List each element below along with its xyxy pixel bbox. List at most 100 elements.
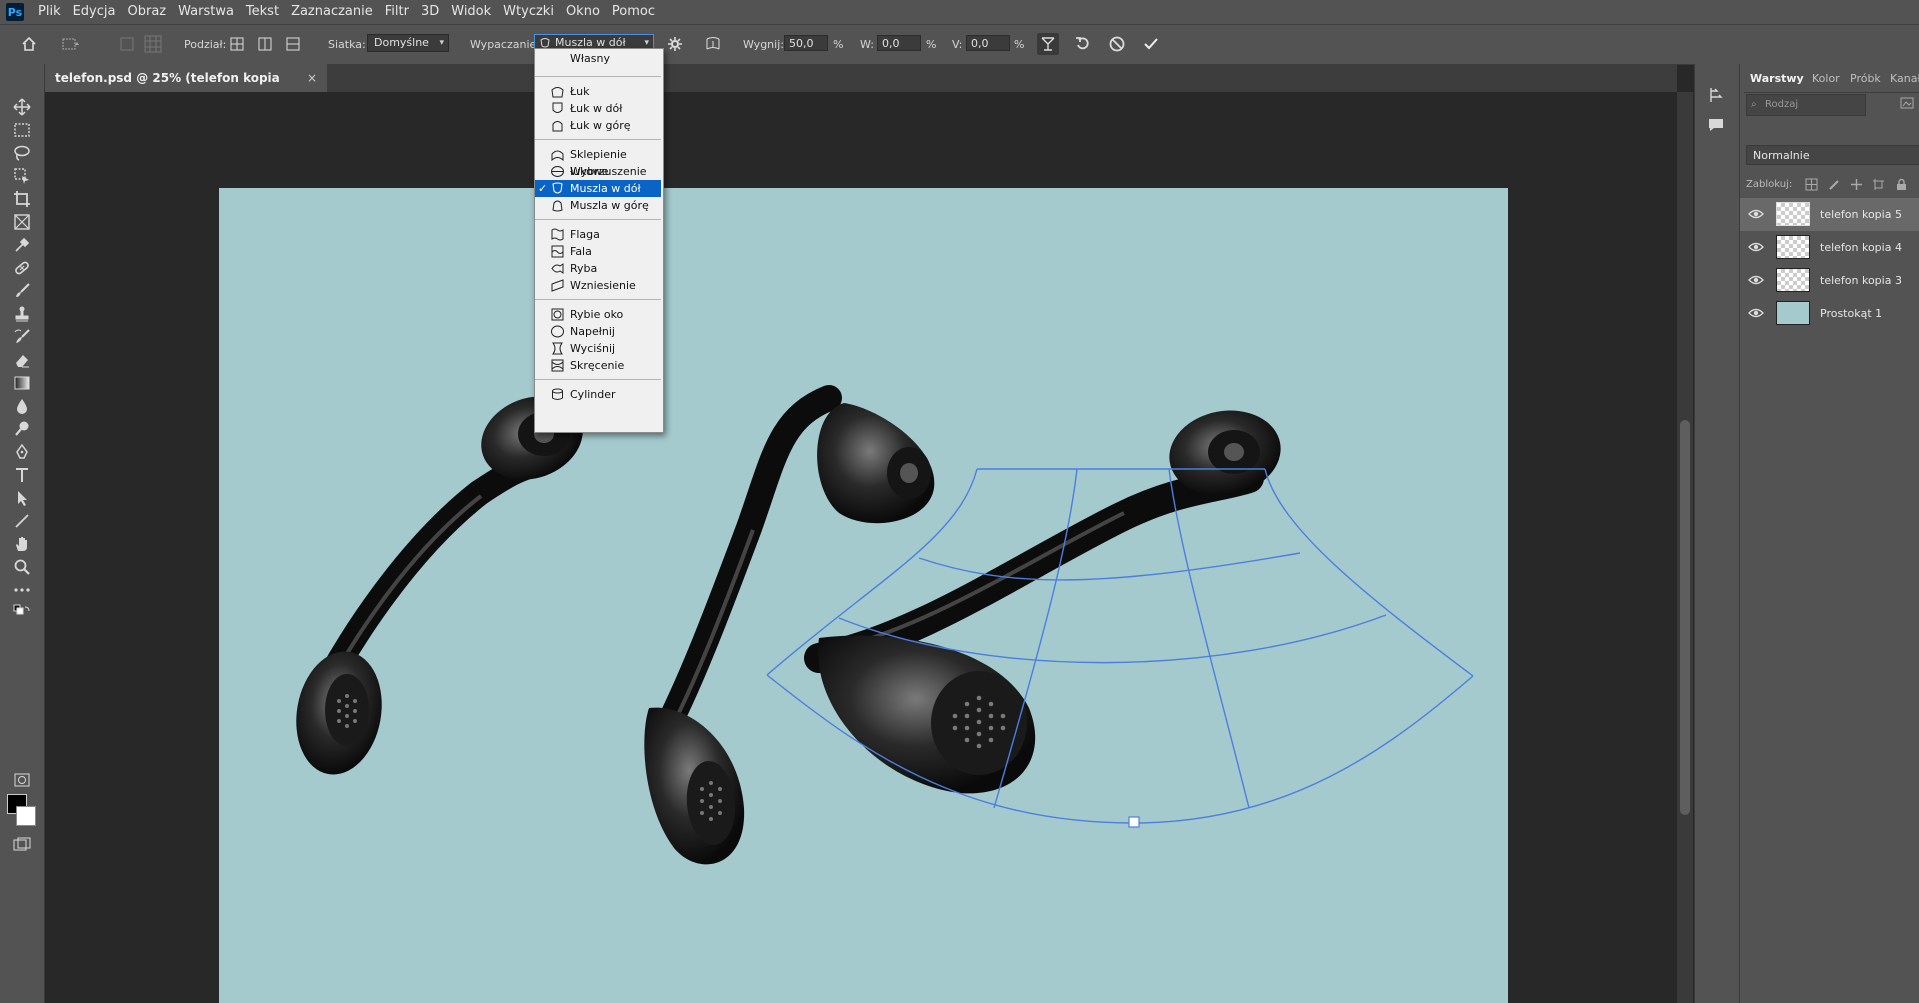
more-tools-icon[interactable] [10,579,34,601]
menu-select[interactable]: Zaznaczanie [285,0,379,24]
default-colors-icon[interactable] [10,602,34,624]
healing-brush-tool-icon[interactable] [10,257,34,279]
vertical-scrollbar-thumb[interactable] [1680,420,1690,815]
screen-mode-icon[interactable] [10,834,34,856]
close-icon[interactable]: × [307,64,317,92]
warp-option-fisheye[interactable]: Rybie oko [535,306,661,323]
eyedropper-tool-icon[interactable] [10,234,34,256]
commit-check-icon[interactable] [1140,33,1162,55]
warp-orientation-icon[interactable] [702,33,724,55]
warp-mode-toggle-icon[interactable] [1037,33,1059,55]
zoom-tool-icon[interactable] [10,556,34,578]
line-tool-icon[interactable] [10,510,34,532]
hand-tool-icon[interactable] [10,533,34,555]
eye-icon[interactable] [1748,208,1764,220]
warp-option-twist[interactable]: Skręcenie [535,357,661,374]
marquee-tool-icon[interactable] [10,119,34,141]
blend-mode-select[interactable]: Normalnie [1746,145,1919,165]
clone-stamp-tool-icon[interactable] [10,303,34,325]
quick-mask-icon[interactable] [10,769,34,791]
warp-option-shell-lower[interactable]: ✓ Muszla w dół [535,180,661,197]
menu-help[interactable]: Pomoc [606,0,661,24]
warp-option-arc-lower[interactable]: Łuk w dół [535,100,661,117]
gear-icon[interactable] [664,33,686,55]
tab-layers[interactable]: Warstwy [1750,72,1804,85]
layer-row[interactable]: telefon kopia 4 [1740,231,1919,264]
layer-row[interactable]: telefon kopia 5 [1740,198,1919,231]
tool-preset-icon[interactable] [60,33,82,55]
menu-type[interactable]: Tekst [240,0,285,24]
document-canvas[interactable] [219,188,1508,1003]
lock-all-icon[interactable] [1895,178,1908,194]
menu-filter[interactable]: Filtr [379,0,415,24]
eye-icon[interactable] [1748,241,1764,253]
warp-option-wave[interactable]: Fala [535,243,661,260]
layer-row[interactable]: Prostokąt 1 [1740,297,1919,330]
warp-option-rise[interactable]: Wzniesienie [535,277,661,294]
eraser-tool-icon[interactable] [10,349,34,371]
warp-option-bulge[interactable]: Wybrzuszenie [535,163,661,180]
warp-option-arch[interactable]: Sklepienie łukowe [535,146,661,178]
tab-swatches[interactable]: Próbk [1850,72,1881,85]
lock-transparent-pixels-icon[interactable] [1805,178,1818,194]
split-cross-icon[interactable] [226,33,248,55]
dodge-tool-icon[interactable] [10,418,34,440]
type-tool-icon[interactable] [10,464,34,486]
split-vertical-icon[interactable] [254,33,276,55]
warp-option-custom[interactable]: Własny [535,50,661,67]
comments-panel-icon[interactable] [1707,116,1725,137]
lasso-tool-icon[interactable] [10,142,34,164]
undo-icon[interactable] [1072,33,1094,55]
path-selection-tool-icon[interactable] [10,487,34,509]
tab-color[interactable]: Kolor [1812,72,1840,85]
history-brush-tool-icon[interactable] [10,326,34,348]
warp-option-arc[interactable]: Łuk [535,83,661,100]
menu-file[interactable]: Plik [32,0,67,24]
v-distort-input[interactable]: 0,0 [966,35,1010,51]
grid-select[interactable]: Domyślne ▾ [367,34,449,52]
menu-image[interactable]: Obraz [121,0,172,24]
image-filter-icon[interactable] [1900,96,1914,110]
grid-preset-icon[interactable] [142,33,164,55]
warp-option-fish[interactable]: Ryba [535,260,661,277]
warp-option-label: Rybie oko [570,308,624,321]
lock-image-pixels-icon[interactable] [1828,178,1841,194]
move-tool-icon[interactable] [10,96,34,118]
split-horizontal-icon[interactable] [282,33,304,55]
object-selection-tool-icon[interactable] [10,165,34,187]
cancel-icon[interactable] [1106,33,1128,55]
history-panel-icon[interactable] [1707,86,1725,107]
menu-view[interactable]: Widok [445,0,497,24]
tab-channels[interactable]: Kanał [1890,72,1919,85]
pen-tool-icon[interactable] [10,441,34,463]
lock-artboard-icon[interactable] [1872,178,1885,194]
menu-3d[interactable]: 3D [415,0,445,24]
warp-option-inflate[interactable]: Napełnij [535,323,661,340]
layer-row[interactable]: telefon kopia 3 [1740,264,1919,297]
h-distort-input[interactable]: 0,0 [877,35,921,51]
crop-tool-icon[interactable] [10,188,34,210]
brush-tool-icon[interactable] [10,280,34,302]
grid-toggle-icon[interactable] [116,33,138,55]
blur-tool-icon[interactable] [10,395,34,417]
menu-plugins[interactable]: Wtyczki [497,0,560,24]
lock-position-icon[interactable] [1850,178,1863,194]
home-icon[interactable] [18,33,40,55]
eye-icon[interactable] [1748,307,1764,319]
document-tab[interactable]: telefon.psd @ 25% (telefon kopia 5,RGB/8… [45,64,327,113]
layer-filter-select[interactable]: ⌕ Rodzaj [1746,94,1866,116]
warp-option-arc-upper[interactable]: Łuk w górę [535,117,661,134]
warp-option-squeeze[interactable]: Wyciśnij [535,340,661,357]
warp-option-shell-upper[interactable]: Muszla w górę [535,197,661,214]
menu-window[interactable]: Okno [560,0,606,24]
warp-option-flag[interactable]: Flaga [535,226,661,243]
background-color-swatch[interactable] [16,806,36,826]
menu-edit[interactable]: Edycja [67,0,122,24]
eye-icon[interactable] [1748,274,1764,286]
gradient-tool-icon[interactable] [10,372,34,394]
bend-input[interactable]: 50,0 [784,35,828,51]
warp-option-cylinder[interactable]: Cylinder [535,386,661,403]
frame-tool-icon[interactable] [10,211,34,233]
warp-handle[interactable] [1128,816,1140,828]
menu-layer[interactable]: Warstwa [172,0,240,24]
